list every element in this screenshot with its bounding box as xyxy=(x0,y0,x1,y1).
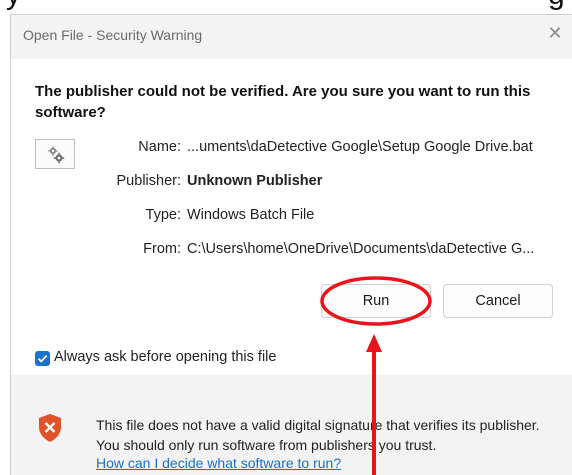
security-warning-dialog: Open File - Security Warning ✕ The publi… xyxy=(10,14,572,475)
field-label: Name: xyxy=(138,139,181,155)
field-value: Unknown Publisher xyxy=(187,173,323,189)
shield-x-icon xyxy=(39,414,61,442)
always-ask-label: Always ask before opening this file xyxy=(54,349,277,365)
field-label: Type: xyxy=(145,207,181,223)
background-text-fragment: y xyxy=(6,0,21,12)
warning-headline: The publisher could not be verified. Are… xyxy=(35,83,531,121)
dialog-content: The publisher could not be verified. Are… xyxy=(11,59,572,375)
field-value: C:\Users\home\OneDrive\Documents\daDetec… xyxy=(187,241,535,257)
field-label: From: xyxy=(143,241,181,257)
field-label: Publisher: xyxy=(116,173,181,189)
decide-software-link[interactable]: How can I decide what software to run? xyxy=(96,455,341,471)
field-value: ...uments\daDetective Google\Setup Googl… xyxy=(187,139,533,155)
field-value: Windows Batch File xyxy=(187,207,315,223)
signature-warning-text: This file does not have a valid digital … xyxy=(96,417,540,453)
always-ask-checkbox[interactable] xyxy=(35,351,50,366)
dialog-footer: This file does not have a valid digital … xyxy=(11,375,572,475)
cancel-button[interactable]: Cancel xyxy=(443,284,553,318)
background-window-strip: y g xyxy=(0,0,572,14)
gears-icon xyxy=(35,139,75,169)
dialog-title: Open File - Security Warning xyxy=(23,27,203,43)
background-text-fragment-right: g xyxy=(548,0,565,12)
run-button[interactable]: Run xyxy=(321,284,431,318)
title-bar: Open File - Security Warning ✕ xyxy=(11,15,572,59)
close-icon[interactable]: ✕ xyxy=(544,23,566,45)
